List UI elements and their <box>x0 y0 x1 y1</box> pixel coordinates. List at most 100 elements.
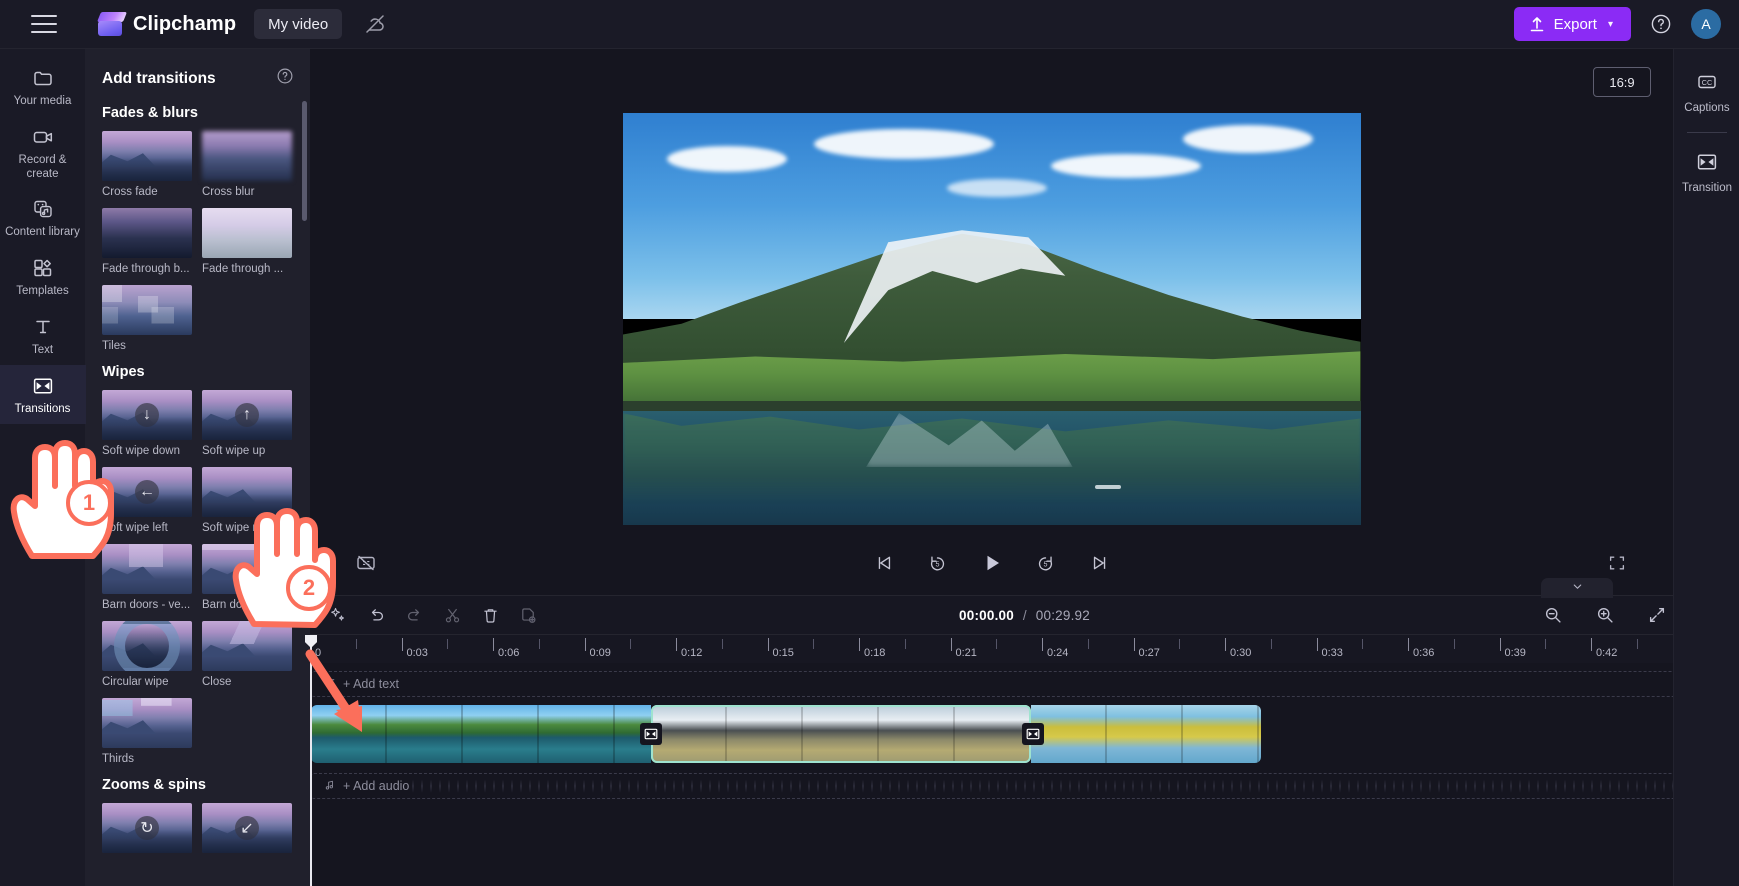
transition-thumbnail <box>202 208 292 258</box>
timeline-tracks: + Add text + Add audio <box>305 635 1739 886</box>
text-track[interactable]: + Add text <box>311 671 1705 697</box>
transition-tile-cross-blur[interactable]: Cross blur <box>202 131 292 198</box>
transition-tile-soft-wipe-right[interactable]: Soft wipe r... <box>202 467 292 534</box>
ruler-tick-major <box>859 638 860 651</box>
right-rail-item-transition[interactable]: Transition <box>1674 143 1739 202</box>
ruler-tick-minor <box>447 639 449 649</box>
transition-tile-cross-fade[interactable]: Cross fade <box>102 131 192 198</box>
transition-tile-soft-wipe-down[interactable]: ↓ Soft wipe down <box>102 390 192 457</box>
duplicate-icon[interactable] <box>514 601 542 629</box>
transition-label: Barn doors - ve... <box>102 599 191 611</box>
transition-label: Soft wipe left <box>102 522 168 534</box>
export-button[interactable]: Export ▾ <box>1513 7 1631 41</box>
play-button[interactable] <box>978 549 1006 577</box>
project-title-input[interactable]: My video <box>254 9 343 39</box>
skip-to-start-icon[interactable] <box>870 549 898 577</box>
skip-to-end-icon[interactable] <box>1086 549 1114 577</box>
redo-icon[interactable] <box>400 601 428 629</box>
audio-waveform <box>412 774 1704 798</box>
transition-thumbnail: ↓ <box>102 390 192 440</box>
transition-marker-1[interactable] <box>640 723 662 745</box>
zoom-in-icon[interactable] <box>1591 601 1619 629</box>
transition-label: Fade through ... <box>202 263 284 275</box>
ruler-tick-minor <box>1179 639 1181 649</box>
panel-title: Add transitions <box>102 69 216 87</box>
transition-label: Barn doors - h... <box>202 599 285 611</box>
fit-to-screen-icon[interactable] <box>1643 601 1671 629</box>
transition-thumbnail <box>102 698 192 748</box>
annotation-step-badge-2: 2 <box>286 565 332 611</box>
transition-grid-fades: Cross fade Cross blur Fade through b... … <box>102 131 294 352</box>
transition-tile-spin[interactable]: ↻ <box>102 803 192 853</box>
transition-thumbnail <box>102 131 192 181</box>
undo-icon[interactable] <box>362 601 390 629</box>
help-circle-icon[interactable] <box>1643 6 1679 42</box>
ruler-tick-minor <box>355 639 357 649</box>
ruler-tick-major <box>584 638 586 651</box>
right-rail-label: Transition <box>1681 182 1733 194</box>
aspect-ratio-button[interactable]: 16:9 <box>1593 67 1651 97</box>
forward-5-icon[interactable]: 5 <box>1032 549 1060 577</box>
svg-text:5: 5 <box>1044 560 1048 568</box>
sidebar-item-record-create[interactable]: Record & create <box>0 116 86 189</box>
transition-tile-thirds[interactable]: Thirds <box>102 698 192 765</box>
ruler-tick-minor <box>1270 639 1272 649</box>
ruler-tick-minor <box>996 639 998 649</box>
panel-scrollbar-thumb[interactable] <box>302 101 307 221</box>
transition-tile-barn-doors-horizontal[interactable]: Barn doors - h... <box>202 544 292 611</box>
transition-tile-soft-wipe-left[interactable]: ← Soft wipe left <box>102 467 192 534</box>
avatar[interactable]: A <box>1691 9 1721 39</box>
panel-scrollbar[interactable] <box>302 101 307 861</box>
transition-label: Thirds <box>102 753 134 765</box>
timeline-toolbar: 00:00.00 / 00:29.92 <box>310 578 1739 635</box>
transition-thumbnail <box>102 621 192 671</box>
zoom-out-icon[interactable] <box>1539 601 1567 629</box>
ruler-tick-label: 0:24 <box>1047 647 1069 659</box>
svg-text:5: 5 <box>936 560 940 568</box>
cloud-off-icon[interactable] <box>362 11 388 37</box>
sidebar-item-templates[interactable]: Templates <box>0 247 86 306</box>
transition-tile-circular-wipe[interactable]: Circular wipe <box>102 621 192 688</box>
sidebar-item-content-library[interactable]: Content library <box>0 188 86 247</box>
transition-label: Soft wipe up <box>202 445 266 457</box>
transition-marker-2[interactable] <box>1022 723 1044 745</box>
hamburger-menu-icon[interactable] <box>31 15 57 33</box>
transition-tile-close[interactable]: Close <box>202 621 292 688</box>
transition-tile-fade-through-white[interactable]: Fade through ... <box>202 208 292 275</box>
cloud-shape <box>947 178 1048 197</box>
timeline-collapse-button[interactable] <box>1541 578 1613 598</box>
top-bar-actions: Export ▾ A <box>1513 6 1739 42</box>
clip-3[interactable] <box>1031 705 1261 763</box>
rewind-5-icon[interactable]: 5 <box>924 549 952 577</box>
transition-tile-barn-doors-vertical[interactable]: Barn doors - ve... <box>102 544 192 611</box>
clip-1[interactable] <box>311 705 651 763</box>
sparkle-icon[interactable] <box>324 601 352 629</box>
transition-label: Soft wipe r... <box>202 522 266 534</box>
transition-tile-fade-through-black[interactable]: Fade through b... <box>102 208 192 275</box>
sidebar-item-your-media[interactable]: Your media <box>0 57 86 116</box>
group-title-fades: Fades & blurs <box>102 105 198 121</box>
question-circle-icon[interactable] <box>276 67 294 90</box>
sidebar-item-transitions[interactable]: Transitions <box>0 364 86 424</box>
ruler-tick-major <box>1408 638 1409 651</box>
video-preview[interactable] <box>622 113 1361 525</box>
ruler-tick-label: 0 <box>315 647 322 659</box>
fullscreen-icon[interactable] <box>1603 549 1631 577</box>
transition-tile-tiles[interactable]: Tiles <box>102 285 192 352</box>
panel-scroll-area[interactable]: Fades & blurs Cross fade Cross blur Fade… <box>86 93 310 886</box>
captions-off-icon[interactable] <box>352 549 380 577</box>
clip-2[interactable] <box>651 705 1031 763</box>
player-right-controls <box>1603 549 1631 577</box>
scissors-icon[interactable] <box>438 601 466 629</box>
transition-tile-soft-wipe-up[interactable]: ↑ Soft wipe up <box>202 390 292 457</box>
timeline-ruler[interactable]: 0 0:03 0:06 0:09 0:12 0:15 0:18 0:21 0:24 0:27 0:3… <box>310 635 1739 663</box>
ruler-tick-major <box>1316 638 1318 651</box>
playhead[interactable] <box>305 635 317 886</box>
right-rail-item-captions[interactable]: CC Captions <box>1674 63 1739 122</box>
sidebar-item-text[interactable]: Text <box>0 306 86 365</box>
ruler-tick-major <box>767 638 769 651</box>
transition-tile-zoom[interactable]: ↙ <box>202 803 292 853</box>
trash-icon[interactable] <box>476 601 504 629</box>
templates-icon <box>32 256 54 280</box>
audio-track[interactable]: + Add audio <box>311 773 1705 799</box>
